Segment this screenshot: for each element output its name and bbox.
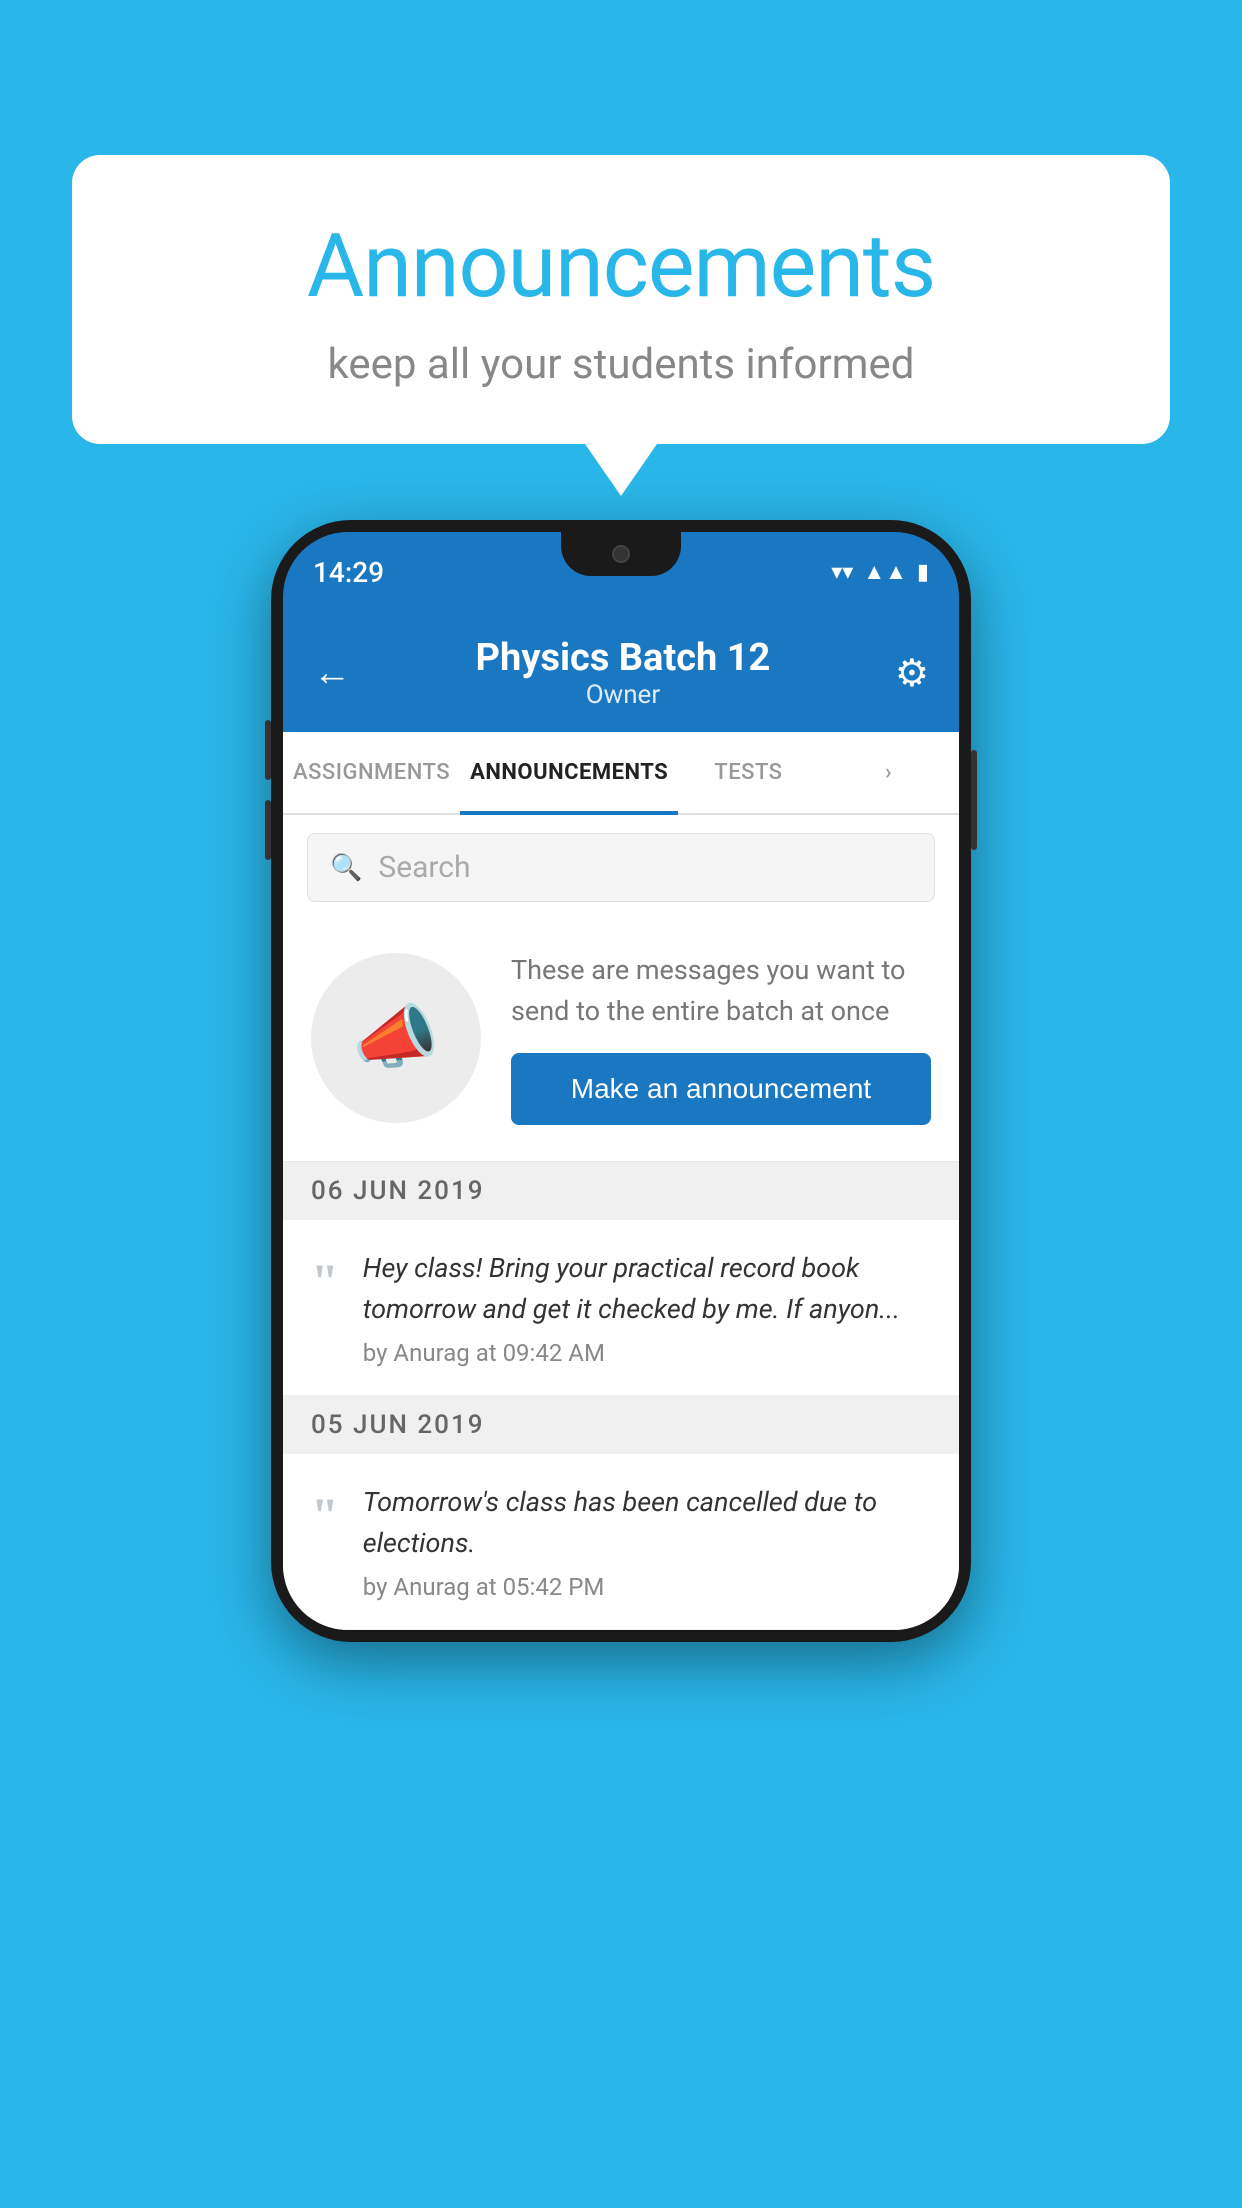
tabs-bar: ASSIGNMENTS ANNOUNCEMENTS TESTS › xyxy=(283,732,959,815)
wifi-icon: ▾▾ xyxy=(831,560,853,585)
settings-icon[interactable]: ⚙ xyxy=(895,651,929,696)
announcement-meta-1: by Anurag at 09:42 AM xyxy=(363,1339,931,1367)
phone-device: 14:29 ▾▾ ▲▲ ▮ ← Physics Batch 12 Owner ⚙ xyxy=(271,520,971,1642)
search-bar[interactable]: 🔍 Search xyxy=(307,833,935,902)
volume-buttons xyxy=(265,720,271,860)
app-header: ← Physics Batch 12 Owner ⚙ xyxy=(283,612,959,732)
tab-assignments[interactable]: ASSIGNMENTS xyxy=(283,732,460,813)
quote-icon-2: " xyxy=(311,1490,339,1540)
header-subtitle: Owner xyxy=(476,680,771,710)
tab-tests[interactable]: TESTS xyxy=(678,732,818,813)
date-separator-1: 06 JUN 2019 xyxy=(283,1162,959,1220)
speech-bubble: Announcements keep all your students inf… xyxy=(72,155,1170,444)
date-separator-2: 05 JUN 2019 xyxy=(283,1396,959,1454)
header-center: Physics Batch 12 Owner xyxy=(476,636,771,710)
search-container: 🔍 Search xyxy=(283,815,959,920)
announcement-item-2[interactable]: " Tomorrow's class has been cancelled du… xyxy=(283,1454,959,1630)
quote-icon-1: " xyxy=(311,1256,339,1306)
announcement-text-1: Hey class! Bring your practical record b… xyxy=(363,1248,931,1329)
power-button xyxy=(971,750,977,850)
announcement-item-1[interactable]: " Hey class! Bring your practical record… xyxy=(283,1220,959,1396)
promo-icon-circle: 📣 xyxy=(311,953,481,1123)
search-icon: 🔍 xyxy=(330,853,362,883)
search-placeholder: Search xyxy=(378,850,470,885)
battery-icon: ▮ xyxy=(917,560,929,585)
speech-bubble-title: Announcements xyxy=(152,215,1090,318)
back-button[interactable]: ← xyxy=(313,651,351,695)
notch xyxy=(561,532,681,576)
announcement-meta-2: by Anurag at 05:42 PM xyxy=(363,1573,931,1601)
speech-bubble-container: Announcements keep all your students inf… xyxy=(72,155,1170,444)
announcement-content-1: Hey class! Bring your practical record b… xyxy=(363,1248,931,1367)
power-btn xyxy=(971,750,977,850)
speech-bubble-subtitle: keep all your students informed xyxy=(152,340,1090,389)
header-title: Physics Batch 12 xyxy=(476,636,771,680)
megaphone-icon: 📣 xyxy=(352,997,439,1079)
volume-up-btn xyxy=(265,720,271,780)
announcement-content-2: Tomorrow's class has been cancelled due … xyxy=(363,1482,931,1601)
promo-right: These are messages you want to send to t… xyxy=(511,950,931,1125)
promo-area: 📣 These are messages you want to send to… xyxy=(283,920,959,1162)
announcement-text-2: Tomorrow's class has been cancelled due … xyxy=(363,1482,931,1563)
phone-screen: ← Physics Batch 12 Owner ⚙ ASSIGNMENTS A… xyxy=(283,612,959,1630)
make-announcement-button[interactable]: Make an announcement xyxy=(511,1053,931,1125)
signal-icon: ▲▲ xyxy=(863,559,907,585)
tab-more[interactable]: › xyxy=(819,732,959,813)
promo-description: These are messages you want to send to t… xyxy=(511,950,931,1031)
status-bar: 14:29 ▾▾ ▲▲ ▮ xyxy=(283,532,959,612)
tab-announcements[interactable]: ANNOUNCEMENTS xyxy=(460,732,678,813)
phone-wrapper: 14:29 ▾▾ ▲▲ ▮ ← Physics Batch 12 Owner ⚙ xyxy=(72,520,1170,1642)
camera xyxy=(612,545,630,563)
status-icons: ▾▾ ▲▲ ▮ xyxy=(831,559,929,585)
status-time: 14:29 xyxy=(313,556,384,589)
volume-down-btn xyxy=(265,800,271,860)
